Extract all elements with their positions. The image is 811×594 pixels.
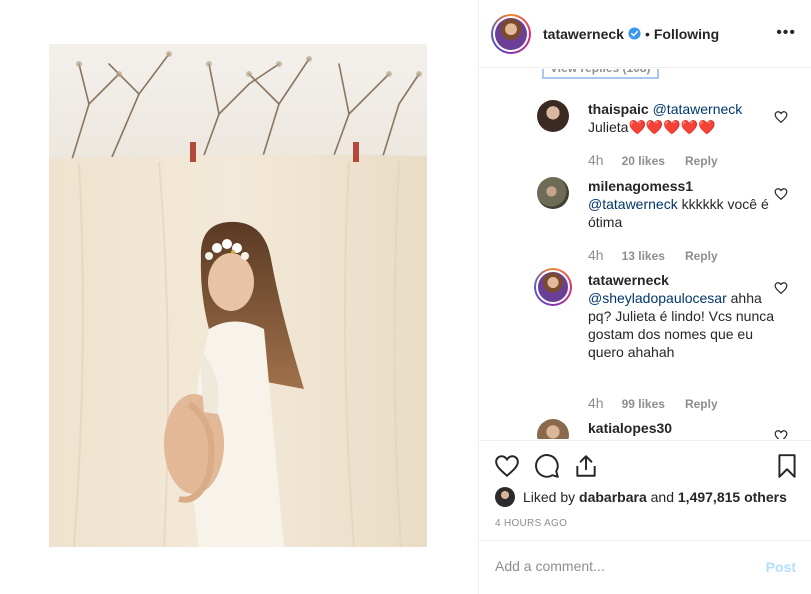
share-icon[interactable] bbox=[573, 453, 599, 479]
comment-avatar[interactable] bbox=[537, 177, 569, 209]
comment-meta: 4h 20 likes Reply bbox=[588, 152, 718, 170]
comment-reply-button[interactable]: Reply bbox=[685, 247, 718, 265]
comment-item: katialopes30 bbox=[537, 419, 807, 439]
add-comment-section: Post bbox=[479, 540, 811, 594]
comment-heart-icon[interactable] bbox=[774, 281, 788, 295]
comment-username[interactable]: milenagomess1 bbox=[588, 178, 693, 194]
verified-badge-icon bbox=[628, 27, 641, 40]
following-button[interactable]: Following bbox=[654, 26, 719, 42]
comment-avatar[interactable] bbox=[537, 419, 569, 439]
comment-heart-icon[interactable] bbox=[774, 429, 788, 439]
comment-input[interactable] bbox=[495, 558, 735, 574]
author-username[interactable]: tatawerneck bbox=[543, 26, 624, 42]
comment-item: milenagomess1 @tatawerneck kkkkkk você é… bbox=[537, 177, 807, 267]
post-comment-button[interactable]: Post bbox=[766, 559, 796, 575]
comments-list[interactable]: View replies (108) thaispaic @tatawernec… bbox=[479, 69, 811, 439]
comment-reply-button[interactable]: Reply bbox=[685, 152, 718, 170]
comment-likes[interactable]: 99 likes bbox=[622, 395, 665, 413]
comment-item: thaispaic @tatawerneck Julieta❤️❤️❤️❤️❤️… bbox=[537, 100, 807, 180]
comment-reply-button[interactable]: Reply bbox=[685, 395, 718, 413]
comment-item: tatawerneck @sheyladopaulocesar ahha pq?… bbox=[534, 268, 807, 421]
post-header: tatawerneck • Following ••• bbox=[479, 0, 811, 68]
comment-username[interactable]: tatawerneck bbox=[588, 272, 669, 288]
comment-username[interactable]: thaispaic bbox=[588, 101, 649, 117]
ellipsis-icon[interactable]: ••• bbox=[776, 24, 796, 42]
liked-by-and: and bbox=[650, 489, 674, 505]
liked-by: Liked by dabarbara and 1,497,815 others bbox=[495, 487, 787, 507]
comment-mention[interactable]: @sheyladopaulocesar bbox=[588, 290, 727, 306]
heart-icon[interactable] bbox=[494, 453, 520, 479]
post-actions: Liked by dabarbara and 1,497,815 others … bbox=[479, 440, 811, 540]
view-replies-button[interactable]: View replies (108) bbox=[542, 69, 659, 79]
comment-meta: 4h 99 likes Reply bbox=[588, 395, 718, 413]
comment-time[interactable]: 4h bbox=[588, 152, 604, 170]
comment-username[interactable]: katialopes30 bbox=[588, 420, 672, 436]
comment-time[interactable]: 4h bbox=[588, 395, 604, 413]
likes-count[interactable]: 1,497,815 others bbox=[678, 489, 787, 505]
comment-text: Julieta❤️❤️❤️❤️❤️ bbox=[588, 119, 716, 135]
post-media-pane bbox=[0, 0, 478, 594]
post-timestamp[interactable]: 4 HOURS AGO bbox=[495, 518, 567, 529]
comment-likes[interactable]: 13 likes bbox=[622, 247, 665, 265]
maternity-photo-illustration bbox=[49, 44, 427, 547]
author-avatar[interactable] bbox=[491, 13, 531, 54]
liked-by-avatar[interactable] bbox=[495, 487, 515, 507]
comment-meta: 4h 13 likes Reply bbox=[588, 247, 718, 265]
comment-heart-icon[interactable] bbox=[774, 187, 788, 201]
header-separator: • bbox=[644, 25, 650, 42]
comment-avatar[interactable] bbox=[534, 268, 572, 306]
comment-likes[interactable]: 20 likes bbox=[622, 152, 665, 170]
comment-icon[interactable] bbox=[534, 453, 560, 479]
comment-time[interactable]: 4h bbox=[588, 247, 604, 265]
liked-by-user[interactable]: dabarbara bbox=[579, 489, 647, 505]
comment-mention[interactable]: @tatawerneck bbox=[588, 196, 678, 212]
comment-mention[interactable]: @tatawerneck bbox=[653, 101, 743, 117]
comment-avatar[interactable] bbox=[537, 100, 569, 132]
liked-by-prefix: Liked by bbox=[523, 489, 576, 505]
bookmark-icon[interactable] bbox=[774, 453, 800, 479]
comment-heart-icon[interactable] bbox=[774, 110, 788, 124]
post-details-pane: tatawerneck • Following ••• View replies… bbox=[478, 0, 811, 594]
post-photo[interactable] bbox=[49, 44, 427, 547]
